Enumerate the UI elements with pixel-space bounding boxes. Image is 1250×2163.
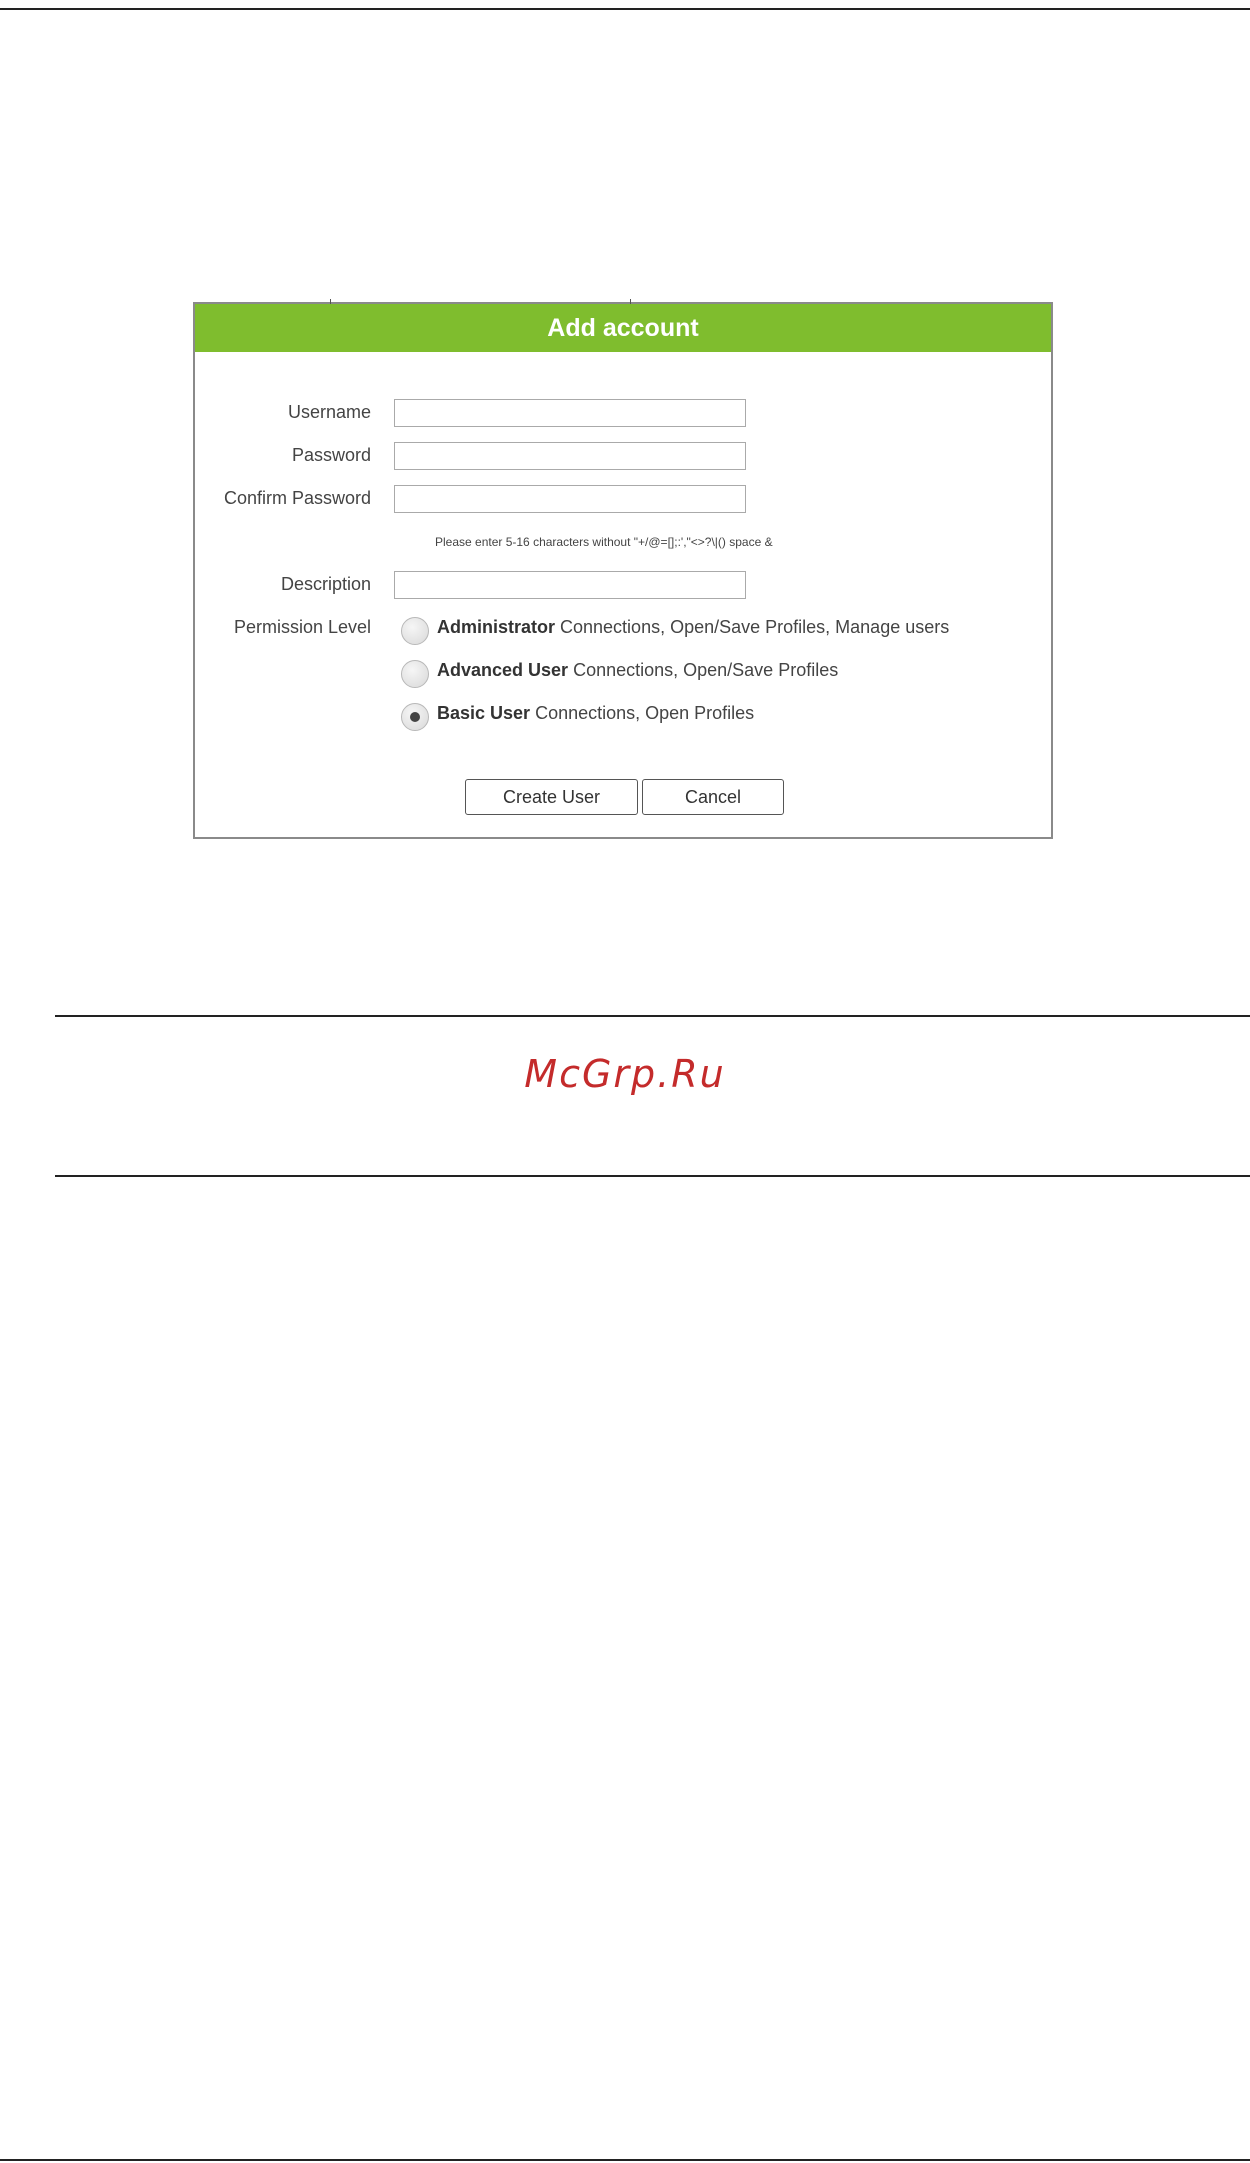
radio-basic-user[interactable] [401,703,429,731]
option-text: Administrator Connections, Open/Save Pro… [437,617,949,638]
divider-bottom [55,1175,1250,1177]
description-label: Description [280,574,371,594]
description-row: Description [195,571,1051,601]
confirm-password-row: Confirm Password [195,485,1051,515]
tick-mark [330,299,331,304]
password-row: Password [195,442,1051,472]
radio-administrator[interactable] [401,617,429,645]
confirm-password-label: Confirm Password [223,488,371,508]
create-user-button[interactable]: Create User [465,779,638,815]
divider-top [55,1015,1250,1017]
option-desc: Connections, Open/Save Profiles [568,660,839,680]
username-label: Username [287,402,371,422]
password-field[interactable] [394,442,746,470]
permission-label: Permission Level [233,617,371,637]
top-rule [0,8,1250,10]
cancel-button[interactable]: Cancel [642,779,784,815]
option-name: Administrator [437,617,556,637]
username-field[interactable] [394,399,746,427]
option-desc: Connections, Open Profiles [530,703,755,723]
dialog-title: Add account [195,304,1051,352]
radio-advanced-user[interactable] [401,660,429,688]
description-field[interactable] [394,571,746,599]
radio-selected-dot [410,712,420,722]
option-desc: Connections, Open/Save Profiles, Manage … [555,617,950,637]
option-text: Advanced User Connections, Open/Save Pro… [437,660,838,681]
option-text: Basic User Connections, Open Profiles [437,703,754,724]
confirm-password-field[interactable] [394,485,746,513]
bottom-rule [0,2159,1250,2161]
watermark-text: McGrp.Ru [524,1052,726,1096]
add-account-dialog: Add account Username Password Confirm Pa… [193,299,1053,839]
password-label: Password [291,445,371,465]
password-hint: Please enter 5-16 characters without "+/… [435,535,773,549]
option-name: Basic User [437,703,531,723]
tick-mark [630,299,631,304]
option-name: Advanced User [437,660,569,680]
username-row: Username [195,399,1051,429]
